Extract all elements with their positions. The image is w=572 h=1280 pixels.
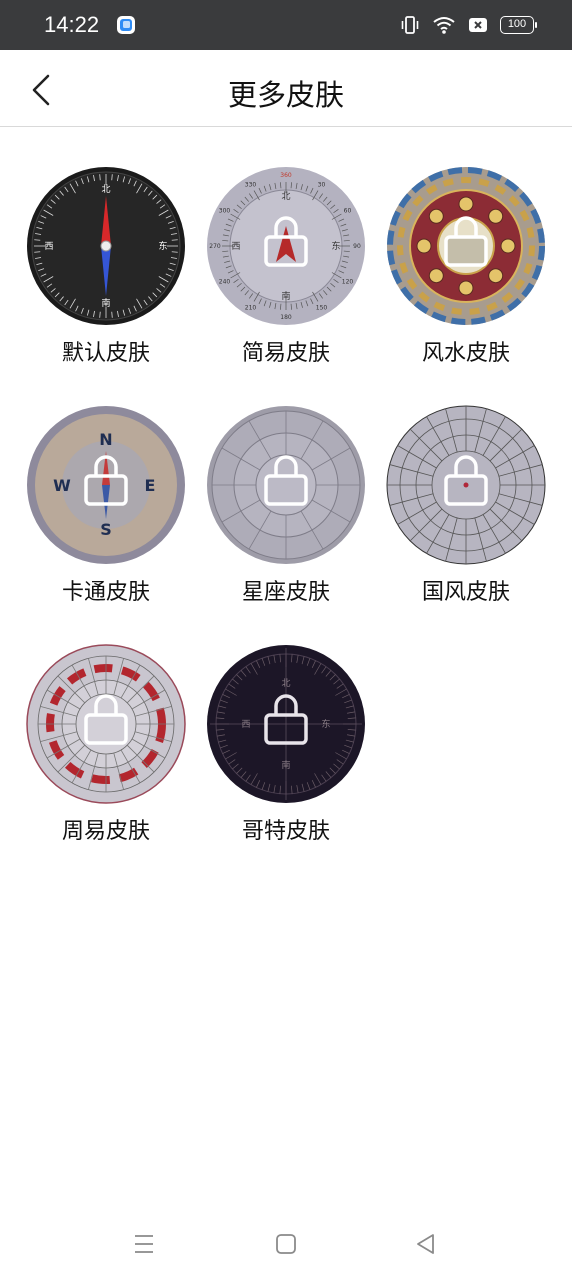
- skin-item-chinese[interactable]: 国风皮肤: [376, 366, 556, 605]
- fengshui-dot: [428, 208, 444, 224]
- skin-item-default[interactable]: 北 南 东 西 默认皮肤: [16, 127, 196, 366]
- dial-tick: [34, 239, 41, 241]
- dial-tick: [111, 174, 113, 181]
- vibrate-icon: [401, 16, 419, 34]
- dial-north-label: N: [99, 430, 112, 449]
- status-bar: 14:22 100: [0, 0, 572, 50]
- skin-item-fengshui[interactable]: 风水皮肤: [376, 127, 556, 366]
- skin-label: 默认皮肤: [61, 341, 150, 366]
- page-title: 更多皮肤: [227, 78, 344, 112]
- dial-east-label: 东: [331, 240, 340, 252]
- dial-tick: [99, 311, 101, 318]
- dial-east-label: 东: [158, 240, 167, 252]
- skin-label: 卡通皮肤: [61, 580, 150, 605]
- status-icons: 100: [400, 13, 537, 37]
- skin-label: 风水皮肤: [421, 341, 510, 366]
- skin-label: 哥特皮肤: [241, 819, 330, 844]
- dial-tick: [99, 174, 101, 181]
- dial-degree-label: 210: [245, 304, 257, 311]
- dial-tick: [34, 251, 41, 253]
- fengshui-dot: [500, 238, 516, 254]
- dial-north-label: 北: [101, 184, 110, 195]
- default-compass-icon: 北 南 东 西: [27, 167, 185, 325]
- fengshui-dot: [488, 268, 504, 284]
- back-triangle-icon[interactable]: [414, 1232, 438, 1256]
- dial-tick: [111, 311, 113, 318]
- app-icon: [117, 16, 135, 34]
- fengshui-dot: [458, 280, 474, 296]
- dial-north-label: 北: [281, 678, 290, 689]
- dial-south-label: 南: [281, 759, 290, 771]
- header: 更多皮肤: [0, 50, 572, 127]
- skin-label: 周易皮肤: [61, 819, 150, 844]
- chinese-compass-icon: [386, 405, 546, 565]
- dial-degree-label: 270: [209, 243, 221, 250]
- gothic-compass-icon: 北 南 东 西: [207, 645, 365, 803]
- dial-west-label: W: [53, 476, 71, 495]
- dial-degree-label: 240: [219, 279, 231, 286]
- dial-tick: [171, 251, 178, 253]
- dial-degree-label: 60: [344, 208, 352, 215]
- home-icon[interactable]: [274, 1232, 298, 1256]
- skin-label: 简易皮肤: [241, 341, 330, 366]
- dial-degree-label: 180: [280, 314, 292, 321]
- menu-icon[interactable]: [132, 1232, 156, 1256]
- dial-degree-label: 330: [245, 182, 257, 189]
- wifi-icon: [433, 17, 455, 34]
- dial-east-label: 东: [321, 718, 330, 730]
- simple-compass-icon: 360306090120150180210240270300330 北 南 东 …: [207, 167, 365, 325]
- fengshui-dot: [428, 268, 444, 284]
- zodiac-compass-icon: [207, 406, 365, 564]
- dial-degree-label: 120: [342, 279, 354, 286]
- dial-east-label: E: [145, 476, 156, 495]
- dial-south-label: 南: [281, 290, 290, 302]
- dial-degree-label: 300: [219, 208, 231, 215]
- dial-west-label: 西: [231, 241, 240, 252]
- fengshui-dot: [488, 208, 504, 224]
- skin-item-zhouyi[interactable]: 周易皮肤: [16, 605, 196, 844]
- fengshui-dot: [416, 238, 432, 254]
- sim-x-icon: [469, 18, 487, 32]
- dial-degree-label: 360: [280, 172, 292, 179]
- battery-icon: 100: [500, 16, 537, 34]
- fengshui-compass-icon: [387, 167, 545, 325]
- skin-item-gothic[interactable]: 北 南 东 西 哥特皮肤: [196, 605, 376, 844]
- dial-south-label: S: [100, 520, 112, 539]
- status-time: 14:22: [44, 12, 100, 37]
- skin-item-simple[interactable]: 360 30 60 90 120 150 180 210 240 270 300 330 北 南 东 …: [196, 127, 376, 366]
- dial-degree-label: 30: [318, 182, 326, 189]
- skin-item-zodiac[interactable]: 星座皮肤: [196, 366, 376, 605]
- dial-degree-label: 150: [316, 304, 328, 311]
- cartoon-compass-icon: N S E W: [27, 406, 185, 564]
- dial-west-label: 西: [241, 719, 250, 730]
- system-nav-bar: [0, 1200, 572, 1280]
- skin-item-cartoon[interactable]: N S E W 卡通皮肤: [16, 366, 196, 605]
- dial-north-label: 北: [281, 191, 290, 202]
- dial-tick: [171, 239, 178, 241]
- dial-degree-label: 90: [353, 243, 361, 250]
- skin-label: 星座皮肤: [241, 580, 330, 605]
- dial-south-label: 南: [101, 297, 110, 309]
- skin-label: 国风皮肤: [421, 580, 510, 605]
- zhouyi-compass-icon: [26, 644, 186, 804]
- dial-west-label: 西: [44, 241, 53, 252]
- fengshui-dot: [458, 196, 474, 212]
